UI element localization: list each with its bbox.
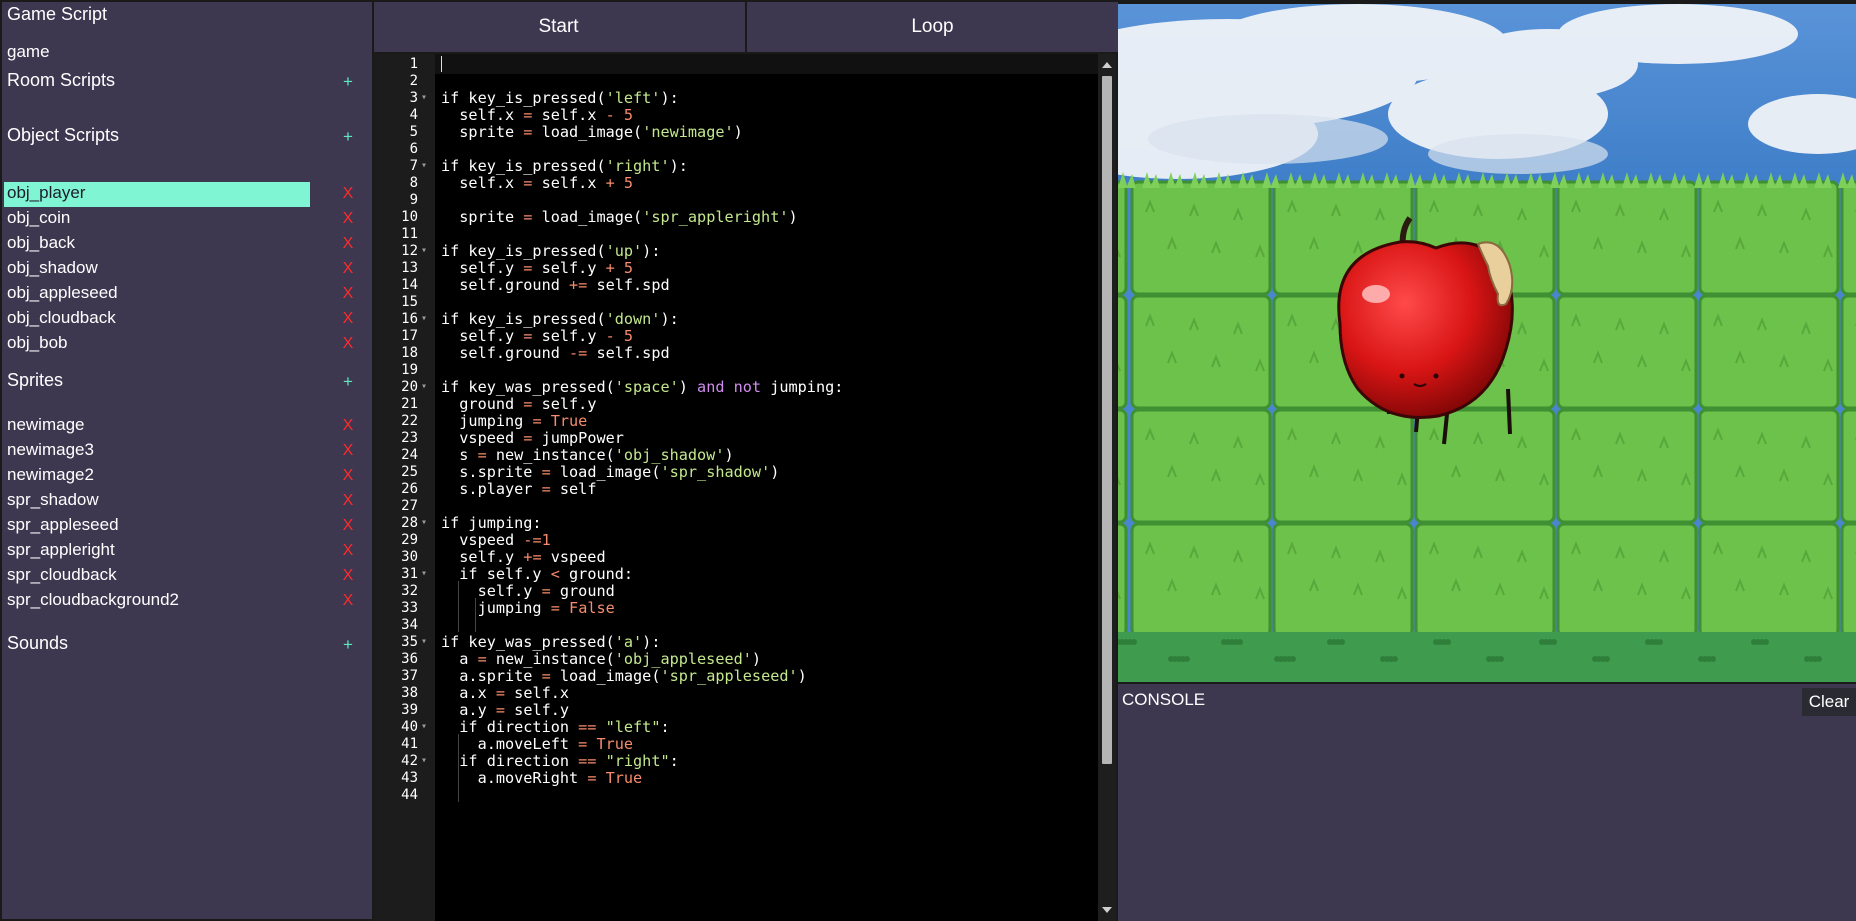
delete-sprite-button[interactable]: X [338, 417, 358, 435]
clear-console-button[interactable]: Clear [1802, 688, 1856, 716]
sprite-item[interactable]: newimage3 [7, 440, 94, 460]
code-line[interactable]: 44 [374, 785, 1098, 805]
console-header: CONSOLE Clear [1118, 684, 1856, 722]
object-item[interactable]: obj_appleseed [7, 283, 118, 303]
add-sound-button[interactable]: + [338, 635, 358, 655]
sprite-item[interactable]: newimage [7, 415, 85, 435]
delete-object-button[interactable]: X [338, 185, 358, 203]
indent-guide [458, 734, 459, 768]
scrollbar-thumb[interactable] [1102, 76, 1112, 764]
delete-object-button[interactable]: X [338, 210, 358, 228]
scroll-down-icon[interactable] [1102, 907, 1112, 913]
indent-guide [475, 598, 476, 632]
object-item[interactable]: obj_back [7, 233, 75, 253]
delete-sprite-button[interactable]: X [338, 567, 358, 585]
sprite-item[interactable]: newimage2 [7, 465, 94, 485]
console-output [1118, 722, 1856, 921]
delete-object-button[interactable]: X [338, 310, 358, 328]
delete-sprite-button[interactable]: X [338, 542, 358, 560]
delete-object-button[interactable]: X [338, 260, 358, 278]
tab-start[interactable]: Start [374, 2, 743, 52]
sprite-item[interactable]: spr_shadow [7, 490, 99, 510]
game-preview[interactable] [1118, 4, 1856, 682]
sky-background [1118, 4, 1856, 182]
sidebar-item-game[interactable]: game [7, 42, 50, 62]
add-sprite-button[interactable]: + [338, 372, 358, 392]
delete-object-button[interactable]: X [338, 335, 358, 353]
delete-sprite-button[interactable]: X [338, 517, 358, 535]
delete-object-button[interactable]: X [338, 285, 358, 303]
sprite-item[interactable]: spr_cloudback [7, 565, 117, 585]
delete-object-button[interactable]: X [338, 235, 358, 253]
object-item[interactable]: obj_shadow [7, 258, 98, 278]
delete-sprite-button[interactable]: X [338, 592, 358, 610]
asset-sidebar: Game Script game Room Scripts + Object S… [2, 2, 372, 919]
game-scene [1118, 4, 1856, 682]
object-scripts-header: Object Scripts [7, 125, 120, 145]
indent-guide [458, 768, 459, 802]
sprite-item[interactable]: spr_appleright [7, 540, 115, 560]
sounds-header: Sounds [7, 633, 69, 653]
sprites-header: Sprites [7, 370, 64, 390]
delete-sprite-button[interactable]: X [338, 442, 358, 460]
object-item[interactable]: obj_bob [7, 333, 68, 353]
indent-guide [458, 581, 459, 632]
console-title: CONSOLE [1122, 690, 1206, 709]
add-object-script-button[interactable]: + [338, 127, 358, 147]
line-number: 44 [401, 787, 418, 803]
delete-sprite-button[interactable]: X [338, 492, 358, 510]
code-editor[interactable]: 1 2 3 ▾ if key_is_pressed('left'): 4 self.x =… [374, 54, 1116, 921]
sprite-item[interactable]: spr_cloudbackground2 [7, 590, 179, 610]
sprite-item[interactable]: spr_appleseed [7, 515, 119, 535]
object-item[interactable]: obj_cloudback [7, 308, 116, 328]
object-item[interactable]: obj_player [7, 183, 85, 203]
editor-scrollbar[interactable] [1098, 54, 1116, 921]
object-item[interactable]: obj_coin [7, 208, 70, 228]
delete-sprite-button[interactable]: X [338, 467, 358, 485]
scroll-up-icon[interactable] [1102, 62, 1112, 68]
tab-loop[interactable]: Loop [745, 2, 1118, 52]
script-tabs: Start Loop [374, 2, 1118, 52]
room-scripts-header: Room Scripts [7, 70, 116, 90]
game-script-title: Game Script [7, 4, 108, 24]
add-room-script-button[interactable]: + [338, 72, 358, 92]
